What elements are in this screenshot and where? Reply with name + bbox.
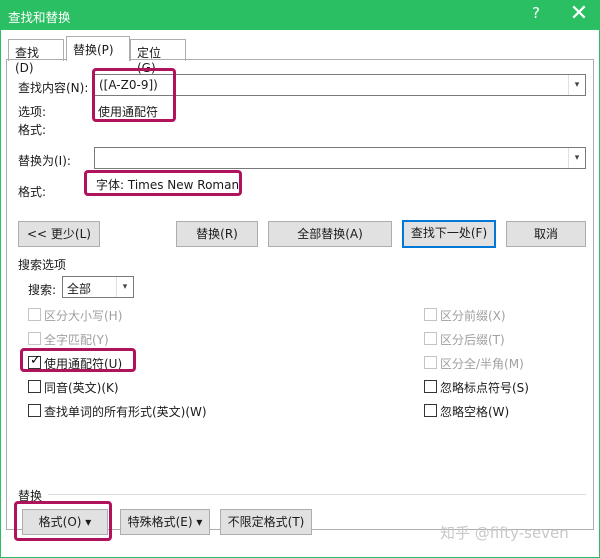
no-formatting-button[interactable]: 不限定格式(T) bbox=[220, 509, 312, 535]
ignore-punctuation-label: 忽略标点符号(S) bbox=[440, 381, 529, 395]
match-prefix-label: 区分前缀(X) bbox=[440, 309, 506, 323]
search-direction-select[interactable]: 全部 ▾ bbox=[62, 276, 134, 298]
match-case-checkbox[interactable] bbox=[28, 308, 41, 321]
find-options-label: 选项: bbox=[18, 105, 47, 119]
match-width-checkbox[interactable] bbox=[424, 356, 437, 369]
ignore-spaces-checkbox[interactable] bbox=[424, 404, 437, 417]
ignore-punctuation-checkbox[interactable] bbox=[424, 380, 437, 393]
highlight-replace-format bbox=[84, 170, 242, 196]
all-word-forms-checkbox[interactable] bbox=[28, 404, 41, 417]
replace-all-button[interactable]: 全部替换(A) bbox=[268, 221, 392, 247]
chevron-down-icon[interactable]: ▾ bbox=[568, 148, 585, 168]
watermark: 知乎 @fifty-seven bbox=[440, 524, 569, 542]
search-direction-value: 全部 bbox=[67, 282, 92, 296]
tab-replace[interactable]: 替换(P) bbox=[66, 36, 130, 61]
close-icon[interactable]: ✕ bbox=[566, 2, 592, 28]
whole-word-label: 全字匹配(Y) bbox=[44, 333, 109, 347]
replace-button[interactable]: 替换(R) bbox=[176, 221, 258, 247]
ignore-spaces-label: 忽略空格(W) bbox=[440, 405, 510, 419]
sounds-like-label: 同音(英文)(K) bbox=[44, 381, 119, 395]
tab-find[interactable]: 查找(D) bbox=[8, 39, 64, 75]
highlight-wildcards bbox=[20, 348, 136, 372]
chevron-down-icon[interactable]: ▾ bbox=[116, 277, 133, 297]
search-direction-label: 搜索: bbox=[28, 283, 57, 297]
window-title: 查找和替换 bbox=[8, 10, 71, 25]
chevron-down-icon[interactable]: ▾ bbox=[568, 75, 585, 95]
find-label: 查找内容(N): bbox=[18, 81, 89, 95]
tab-replace-label: 替换(P) bbox=[73, 43, 114, 57]
sounds-like-checkbox[interactable] bbox=[28, 380, 41, 393]
highlight-format-button bbox=[14, 501, 112, 541]
tab-goto[interactable]: 定位(G) bbox=[130, 39, 186, 75]
replace-input[interactable]: ▾ bbox=[94, 147, 586, 169]
match-suffix-label: 区分后缀(T) bbox=[440, 333, 505, 347]
title-bar: 查找和替换 ? ✕ bbox=[0, 0, 600, 30]
replace-section-divider bbox=[48, 494, 586, 495]
replace-format-label: 格式: bbox=[18, 185, 47, 199]
match-suffix-checkbox[interactable] bbox=[424, 332, 437, 345]
special-format-button[interactable]: 特殊格式(E) ▾ bbox=[120, 509, 210, 535]
search-options-label: 搜索选项 bbox=[18, 258, 67, 272]
all-word-forms-label: 查找单词的所有形式(英文)(W) bbox=[44, 405, 207, 419]
find-format-label: 格式: bbox=[18, 123, 47, 137]
match-case-label: 区分大小写(H) bbox=[44, 309, 123, 323]
help-icon[interactable]: ? bbox=[526, 4, 546, 26]
highlight-find-box bbox=[92, 68, 176, 122]
match-width-label: 区分全/半角(M) bbox=[440, 357, 524, 371]
whole-word-checkbox[interactable] bbox=[28, 332, 41, 345]
replace-label: 替换为(I): bbox=[18, 154, 71, 168]
match-prefix-checkbox[interactable] bbox=[424, 308, 437, 321]
find-next-button[interactable]: 查找下一处(F) bbox=[402, 220, 496, 248]
less-button[interactable]: << 更少(L) bbox=[18, 221, 100, 247]
cancel-button[interactable]: 取消 bbox=[506, 221, 586, 247]
